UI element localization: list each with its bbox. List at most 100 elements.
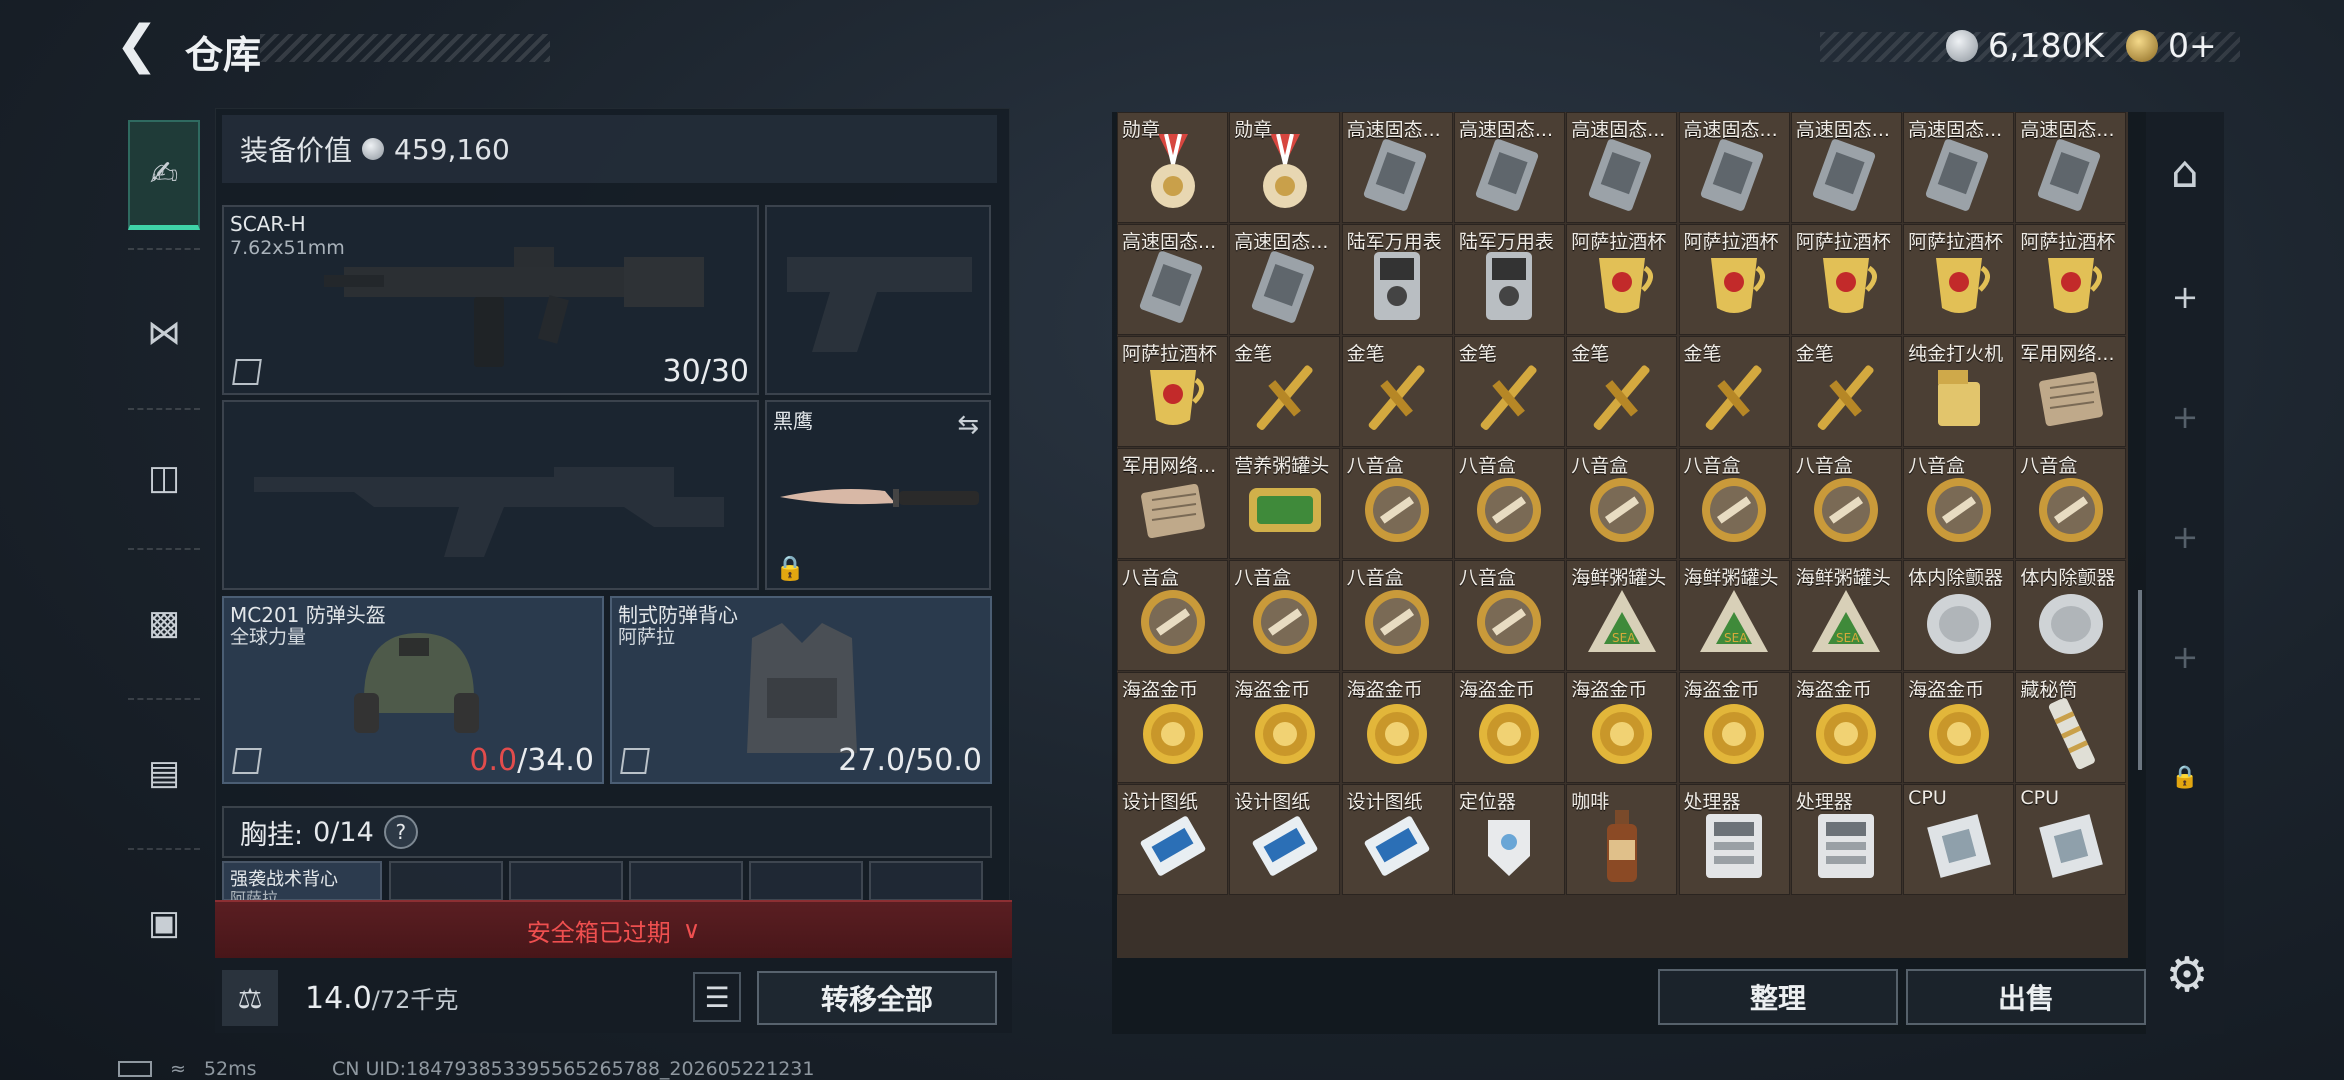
storage-item-musicbox[interactable]: 八音盒: [1117, 560, 1228, 671]
storage-item-musicbox[interactable]: 八音盒: [1341, 560, 1453, 671]
nav-pouch[interactable]: ▩: [128, 568, 200, 678]
storage-item-musicbox[interactable]: 八音盒: [1903, 448, 2015, 559]
storage-item-server[interactable]: 处理器: [1678, 784, 1790, 895]
storage-item-router[interactable]: 军用网络...: [1117, 448, 1228, 559]
storage-item-cup[interactable]: 阿萨拉酒杯: [1678, 224, 1790, 335]
safebox-expired-banner[interactable]: 安全箱已过期 ∨: [215, 900, 1012, 958]
storage-item-tri[interactable]: SEA 海鲜粥罐头: [1566, 560, 1678, 671]
storage-item-coin[interactable]: 海盗金币: [1453, 672, 1565, 783]
storage-item-tube[interactable]: 藏秘筒: [2015, 672, 2127, 783]
storage-item-pen[interactable]: 金笔: [1341, 336, 1453, 447]
storage-item-ssd[interactable]: 高速固态...: [1117, 224, 1228, 335]
list-view-button[interactable]: ☰: [693, 972, 741, 1022]
storage-item-server[interactable]: 处理器: [1790, 784, 1902, 895]
storage-item-coin[interactable]: 海盗金币: [1790, 672, 1902, 783]
storage-item-musicbox[interactable]: 八音盒: [1229, 560, 1341, 671]
storage-item-ssd[interactable]: 高速固态...: [1790, 112, 1902, 223]
chest-rig-item[interactable]: 强袭战术背心 阿萨拉: [222, 861, 382, 908]
storage-item-cup[interactable]: 阿萨拉酒杯: [1903, 224, 2015, 335]
nav-backpack[interactable]: ◫: [128, 423, 200, 533]
storage-item-coin[interactable]: 海盗金币: [1117, 672, 1228, 783]
storage-item-tri[interactable]: SEA 海鲜粥罐头: [1678, 560, 1790, 671]
storage-item-blueprint[interactable]: 设计图纸: [1117, 784, 1228, 895]
storage-item-cpu[interactable]: CPU: [2015, 784, 2127, 895]
gear-icon[interactable]: ⚙: [2162, 950, 2212, 1000]
storage-item-cup[interactable]: 阿萨拉酒杯: [2015, 224, 2127, 335]
storage-item-musicbox[interactable]: 八音盒: [1790, 448, 1902, 559]
chest-slot[interactable]: [389, 861, 503, 901]
storage-item-ssd[interactable]: 高速固态...: [1903, 112, 2015, 223]
help-icon[interactable]: ?: [383, 815, 418, 849]
storage-item-pen[interactable]: 金笔: [1229, 336, 1341, 447]
add-storage-icon[interactable]: +: [2160, 272, 2210, 322]
storage-item-ssd[interactable]: 高速固态...: [1453, 112, 1565, 223]
storage-item-coin[interactable]: 海盗金币: [1341, 672, 1453, 783]
chest-slot[interactable]: [749, 861, 863, 901]
back-arrow-icon[interactable]: ❮: [115, 19, 165, 72]
storage-item-lighter[interactable]: 纯金打火机: [1903, 336, 2015, 447]
storage-item-bottle[interactable]: 咖啡: [1566, 784, 1678, 895]
storage-item-cup[interactable]: 阿萨拉酒杯: [1117, 336, 1228, 447]
storage-item-name: 八音盒: [1795, 455, 1853, 477]
nav-vest[interactable]: ⋈: [128, 278, 200, 388]
storage-item-router[interactable]: 军用网络...: [2015, 336, 2127, 447]
storage-item-musicbox[interactable]: 八音盒: [1341, 448, 1453, 559]
storage-item-name: 高速固态...: [1571, 119, 1666, 141]
storage-item-musicbox[interactable]: 八音盒: [1453, 448, 1565, 559]
storage-item-ssd[interactable]: 高速固态...: [1341, 112, 1453, 223]
storage-item-ssd[interactable]: 高速固态...: [1566, 112, 1678, 223]
storage-item-tag[interactable]: 定位器: [1453, 784, 1565, 895]
storage-item-coin[interactable]: 海盗金币: [1566, 672, 1678, 783]
add-storage-icon[interactable]: +: [2160, 392, 2210, 442]
storage-item-coin[interactable]: 海盗金币: [1903, 672, 2015, 783]
storage-item-pen[interactable]: 金笔: [1453, 336, 1565, 447]
storage-item-musicbox[interactable]: 八音盒: [2015, 448, 2127, 559]
storage-item-medal[interactable]: 勋章: [1117, 112, 1228, 223]
secondary-weapon-slot[interactable]: [222, 400, 759, 590]
chest-slot[interactable]: [869, 861, 983, 901]
armor-slot[interactable]: 制式防弹背心 阿萨拉 27.0/50.0: [610, 596, 992, 784]
storage-item-pen[interactable]: 金笔: [1566, 336, 1678, 447]
storage-item-pen[interactable]: 金笔: [1678, 336, 1790, 447]
storage-item-medal[interactable]: 勋章: [1229, 112, 1341, 223]
storage-item-musicbox[interactable]: 八音盒: [1566, 448, 1678, 559]
chest-slot[interactable]: [509, 861, 623, 901]
primary-weapon-slot[interactable]: SCAR-H 7.62x51mm 30/30: [222, 205, 759, 395]
chest-slot[interactable]: [629, 861, 743, 901]
storage-item-disc[interactable]: 体内除颤器: [2015, 560, 2127, 671]
storage-item-ssd[interactable]: 高速固态...: [2015, 112, 2127, 223]
storage-item-meter[interactable]: 陆军万用表: [1341, 224, 1453, 335]
storage-item-cpu[interactable]: CPU: [1903, 784, 2015, 895]
storage-item-ssd[interactable]: 高速固态...: [1229, 224, 1341, 335]
helmet-slot[interactable]: MC201 防弹头盔 全球力量 0.0/34.0: [222, 596, 604, 784]
storage-item-ssd[interactable]: 高速固态...: [1678, 112, 1790, 223]
storage-item-can[interactable]: 营养粥罐头: [1229, 448, 1341, 559]
storage-item-tri[interactable]: SEA 海鲜粥罐头: [1790, 560, 1902, 671]
melee-slot[interactable]: 黑鹰 ⇆ 🔒: [765, 400, 991, 590]
storage-home-icon[interactable]: ⌂: [2160, 147, 2210, 198]
sell-button[interactable]: 出售: [1906, 969, 2146, 1025]
sort-button[interactable]: 整理: [1658, 969, 1898, 1025]
transfer-all-button[interactable]: 转移全部: [757, 971, 997, 1025]
storage-item-blueprint[interactable]: 设计图纸: [1229, 784, 1341, 895]
storage-scrollbar[interactable]: [2138, 590, 2142, 770]
storage-item-blueprint[interactable]: 设计图纸: [1341, 784, 1453, 895]
swap-icon[interactable]: ⇆: [957, 410, 979, 440]
add-storage-icon[interactable]: +: [2160, 512, 2210, 562]
nav-briefcase[interactable]: ▣: [128, 868, 200, 978]
nav-clipboard[interactable]: ▤: [128, 718, 200, 828]
storage-item-cup[interactable]: 阿萨拉酒杯: [1790, 224, 1902, 335]
storage-item-disc[interactable]: 体内除颤器: [1903, 560, 2015, 671]
pistol-slot[interactable]: [765, 205, 991, 395]
storage-item-musicbox[interactable]: 八音盒: [1678, 448, 1790, 559]
nav-weapons[interactable]: ✍: [128, 120, 200, 230]
clipboard-icon: ▤: [147, 753, 181, 793]
storage-item-musicbox[interactable]: 八音盒: [1453, 560, 1565, 671]
storage-item-pen[interactable]: 金笔: [1790, 336, 1902, 447]
storage-item-meter[interactable]: 陆军万用表: [1453, 224, 1565, 335]
storage-item-coin[interactable]: 海盗金币: [1678, 672, 1790, 783]
coin-icon: [1245, 694, 1325, 778]
add-storage-icon[interactable]: +: [2160, 632, 2210, 682]
storage-item-coin[interactable]: 海盗金币: [1229, 672, 1341, 783]
storage-item-cup[interactable]: 阿萨拉酒杯: [1566, 224, 1678, 335]
